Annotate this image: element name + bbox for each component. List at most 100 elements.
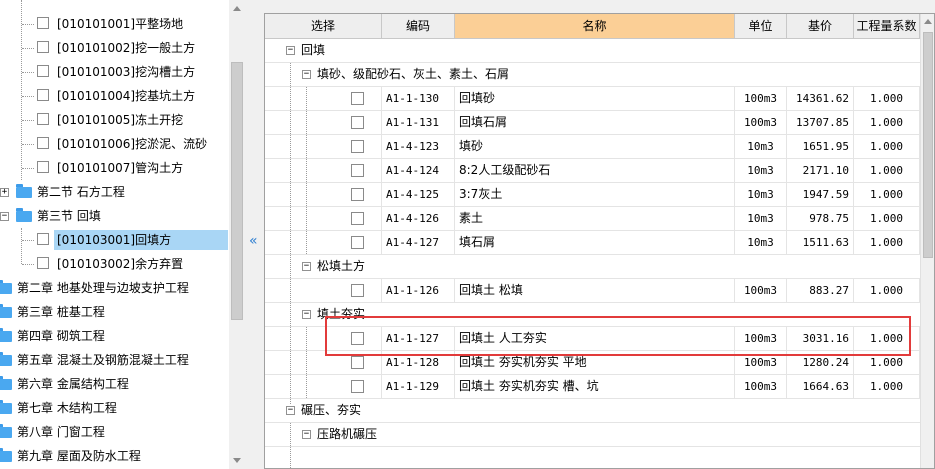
checkbox-icon[interactable] — [37, 65, 49, 77]
table-row[interactable]: A1-4-124 8:2人工级配砂石 10m3 2171.10 1.000 — [265, 159, 921, 183]
select-cell — [265, 207, 382, 230]
tree-chapter-8[interactable]: 第八章 门窗工程 — [0, 420, 229, 444]
collapse-icon[interactable]: − — [302, 70, 311, 79]
checkbox-icon[interactable] — [351, 212, 364, 225]
table-row[interactable]: A1-4-125 3:7灰土 10m3 1947.59 1.000 — [265, 183, 921, 207]
tree-item-label: [010101003]挖沟槽土方 — [57, 65, 196, 79]
code-cell: A1-4-125 — [382, 183, 455, 206]
table-row[interactable]: A1-1-126 回填土 松填 100m3 883.27 1.000 — [265, 279, 921, 303]
group-row[interactable]: − 碾压、夯实 — [265, 399, 921, 423]
panel-splitter[interactable]: « — [246, 0, 264, 469]
checkbox-icon[interactable] — [351, 116, 364, 129]
checkbox-icon[interactable] — [37, 113, 49, 125]
name-cell: 回填砂 — [455, 87, 735, 110]
name-cell: 回填石屑 — [455, 111, 735, 134]
checkbox-icon[interactable] — [37, 89, 49, 101]
checkbox-icon[interactable] — [37, 41, 49, 53]
checkbox-icon[interactable] — [37, 137, 49, 149]
select-cell — [265, 351, 382, 374]
tree-item-label: 第二节 石方工程 — [37, 185, 125, 199]
select-cell — [265, 111, 382, 134]
table-row[interactable]: A1-1-130 回填砂 100m3 14361.62 1.000 — [265, 87, 921, 111]
tree-scrollbar[interactable] — [229, 0, 246, 469]
scrollbar-thumb[interactable] — [231, 62, 243, 320]
tree-item-010103002[interactable]: [010103002]余方弃置 — [0, 252, 229, 276]
tree-item-010101002[interactable]: [010101002]挖一般土方 — [0, 36, 229, 60]
collapse-icon[interactable]: − — [0, 212, 9, 221]
tree-chapter-5[interactable]: 第五章 混凝土及钢筋混凝土工程 — [0, 348, 229, 372]
table-row[interactable]: A1-4-126 素土 10m3 978.75 1.000 — [265, 207, 921, 231]
checkbox-icon[interactable] — [37, 233, 49, 245]
tree-chapter-6[interactable]: 第六章 金属结构工程 — [0, 372, 229, 396]
column-header-code[interactable]: 编码 — [382, 14, 455, 39]
checkbox-icon[interactable] — [37, 257, 49, 269]
checkbox-icon[interactable] — [351, 284, 364, 297]
tree-item-010101006[interactable]: [010101006]挖淤泥、流砂 — [0, 132, 229, 156]
tree-item-010101003[interactable]: [010101003]挖沟槽土方 — [0, 60, 229, 84]
tree-section-backfill[interactable]: − 第三节 回填 — [0, 204, 229, 228]
checkbox-icon[interactable] — [351, 92, 364, 105]
collapse-icon[interactable]: − — [286, 46, 295, 55]
tree-item-010101005[interactable]: [010101005]冻土开挖 — [0, 108, 229, 132]
tree-chapter-4[interactable]: 第四章 砌筑工程 — [0, 324, 229, 348]
grid-scrollbar[interactable] — [920, 14, 934, 468]
group-row[interactable]: − 填砂、级配砂石、灰土、素土、石屑 — [265, 63, 921, 87]
folder-icon — [16, 184, 32, 198]
code-cell: A1-4-123 — [382, 135, 455, 158]
checkbox-icon[interactable] — [351, 356, 364, 369]
scroll-up-icon[interactable] — [924, 19, 932, 24]
tree-item-label: [010101006]挖淤泥、流砂 — [57, 137, 208, 151]
checkbox-icon[interactable] — [37, 161, 49, 173]
checkbox-icon[interactable] — [351, 164, 364, 177]
column-header-name[interactable]: 名称 — [455, 14, 735, 39]
table-row[interactable]: A1-1-128 回填土 夯实机夯实 平地 100m3 1280.24 1.00… — [265, 351, 921, 375]
scroll-down-icon[interactable] — [233, 458, 241, 463]
tree-item-010101001[interactable]: [010101001]平整场地 — [0, 12, 229, 36]
checkbox-icon[interactable] — [351, 380, 364, 393]
collapse-panel-icon[interactable]: « — [249, 234, 258, 248]
price-cell: 1664.63 — [787, 375, 854, 398]
tree-item-label: 第二章 地基处理与边坡支护工程 — [17, 281, 189, 295]
collapse-icon[interactable]: − — [286, 406, 295, 415]
column-header-price[interactable]: 基价 — [787, 14, 854, 39]
group-row[interactable]: − 松填土方 — [265, 255, 921, 279]
code-cell: A1-1-126 — [382, 279, 455, 302]
tree-item-010101007[interactable]: [010101007]管沟土方 — [0, 156, 229, 180]
table-row[interactable]: A1-1-131 回填石屑 100m3 13707.85 1.000 — [265, 111, 921, 135]
table-row[interactable]: A1-1-127 回填土 人工夯实 100m3 3031.16 1.000 — [265, 327, 921, 351]
group-row[interactable]: − 压路机碾压 — [265, 423, 921, 447]
tree-item-010103001[interactable]: [010103001]回填方 — [0, 228, 229, 252]
tree-chapter-9[interactable]: 第九章 屋面及防水工程 — [0, 444, 229, 468]
tree-item-label: [010103002]余方弃置 — [57, 257, 184, 271]
tree-chapter-2[interactable]: 第二章 地基处理与边坡支护工程 — [0, 276, 229, 300]
table-row[interactable]: A1-4-127 填石屑 10m3 1511.63 1.000 — [265, 231, 921, 255]
column-header-select[interactable]: 选择 — [265, 14, 382, 39]
checkbox-icon[interactable] — [37, 17, 49, 29]
scroll-up-icon[interactable] — [233, 6, 241, 11]
table-row[interactable]: A1-1-129 回填土 夯实机夯实 槽、坑 100m3 1664.63 1.0… — [265, 375, 921, 399]
table-row[interactable]: A1-4-123 填砂 10m3 1651.95 1.000 — [265, 135, 921, 159]
scrollbar-thumb[interactable] — [923, 32, 933, 258]
price-cell: 3031.16 — [787, 327, 854, 350]
price-cell: 14361.62 — [787, 87, 854, 110]
tree-chapter-7[interactable]: 第七章 木结构工程 — [0, 396, 229, 420]
group-label: 回填 — [301, 43, 326, 57]
collapse-icon[interactable]: − — [302, 262, 311, 271]
select-cell — [265, 231, 382, 254]
checkbox-icon[interactable] — [351, 188, 364, 201]
tree-section-stone[interactable]: + 第二节 石方工程 — [0, 180, 229, 204]
collapse-icon[interactable]: − — [302, 430, 311, 439]
group-row[interactable]: − 填土夯实 — [265, 303, 921, 327]
column-header-coef[interactable]: 工程量系数 — [854, 14, 920, 39]
checkbox-icon[interactable] — [351, 140, 364, 153]
expand-icon[interactable]: + — [0, 188, 9, 197]
price-cell: 2171.10 — [787, 159, 854, 182]
tree-item-010101004[interactable]: [010101004]挖基坑土方 — [0, 84, 229, 108]
group-row[interactable]: − 回填 — [265, 39, 921, 63]
checkbox-icon[interactable] — [351, 236, 364, 249]
checkbox-icon[interactable] — [351, 332, 364, 345]
tree-item-label: [010101002]挖一般土方 — [57, 41, 196, 55]
tree-chapter-3[interactable]: 第三章 桩基工程 — [0, 300, 229, 324]
column-header-unit[interactable]: 单位 — [735, 14, 787, 39]
collapse-icon[interactable]: − — [302, 310, 311, 319]
